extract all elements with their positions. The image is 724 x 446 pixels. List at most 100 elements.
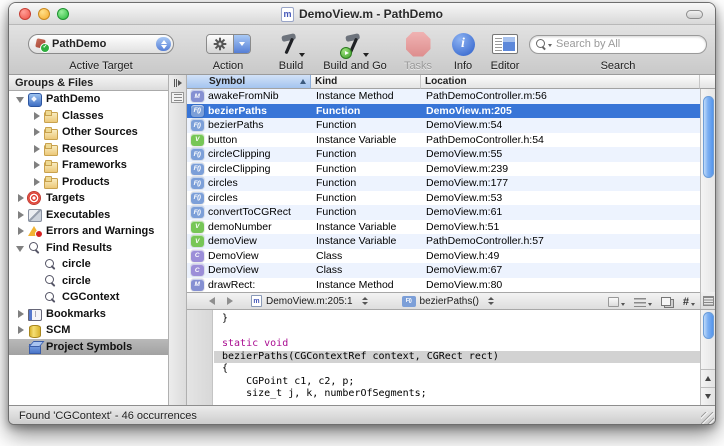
disclosure-triangle-icon[interactable] <box>31 126 43 138</box>
sidebar-item[interactable]: Project Symbols <box>9 339 168 356</box>
info-button[interactable]: i Info <box>443 30 483 72</box>
resize-grip[interactable] <box>701 412 714 425</box>
disclosure-triangle-icon[interactable] <box>31 176 43 188</box>
back-arrow-icon[interactable] <box>209 297 215 305</box>
code-editor[interactable]: } static voidbezierPaths(CGContextRef con… <box>187 310 715 405</box>
disclosure-triangle-icon[interactable] <box>31 110 43 122</box>
sidebar-item[interactable]: Executables <box>9 207 168 224</box>
action-dropdown-arrow-icon[interactable] <box>233 35 250 53</box>
editor-window-icon <box>492 34 518 54</box>
disclosure-triangle-icon[interactable] <box>15 225 27 237</box>
sidebar-splitter[interactable] <box>169 75 187 405</box>
sidebar-item[interactable]: Errors and Warnings <box>9 223 168 240</box>
disclosure-triangle-icon[interactable] <box>15 209 27 221</box>
cell-kind: Function <box>311 192 421 204</box>
hammer-go-icon <box>341 30 369 58</box>
action-button[interactable] <box>206 34 251 54</box>
table-row[interactable]: F() convertToCGRect Function DemoView.m:… <box>187 205 700 220</box>
editor-caption: Editor <box>491 60 520 72</box>
disclosure-triangle-icon[interactable] <box>15 308 27 320</box>
code-line[interactable]: bezierPaths(CGContextRef context, CGRect… <box>214 351 700 364</box>
table-row[interactable]: V button Instance Variable PathDemoContr… <box>187 133 700 148</box>
table-row[interactable]: C DemoView Class DemoView.h:49 <box>187 249 700 264</box>
scroll-up-arrow-icon[interactable] <box>701 369 715 387</box>
disclosure-triangle-icon[interactable] <box>15 192 27 204</box>
build-button[interactable]: Build <box>267 30 315 72</box>
search-field[interactable] <box>529 35 707 54</box>
disclosure-triangle-icon[interactable] <box>15 93 27 105</box>
code-line[interactable]: size_t j, k, numberOfSegments; <box>222 388 700 401</box>
column-header-location[interactable]: Location <box>421 75 700 89</box>
disclosure-triangle-icon[interactable] <box>15 242 27 254</box>
sidebar-item[interactable]: PathDemo <box>9 91 168 108</box>
sidebar-item[interactable]: Other Sources <box>9 124 168 141</box>
disclosure-triangle-icon[interactable] <box>15 324 27 336</box>
sidebar-item[interactable]: circle <box>9 256 168 273</box>
active-target-popup[interactable]: PathDemo <box>28 34 174 54</box>
function-popup[interactable]: F() bezierPaths() <box>402 296 494 307</box>
sidebar-tree: PathDemo Classes Other Sources Resources <box>9 91 168 355</box>
table-scrollbar-thumb[interactable] <box>703 96 714 178</box>
forward-arrow-icon[interactable] <box>227 297 233 305</box>
sidebar-item[interactable]: SCM <box>9 322 168 339</box>
editor-scrollbar[interactable] <box>700 310 715 405</box>
minimize-button[interactable] <box>38 8 50 20</box>
table-row[interactable]: V demoNumber Instance Variable DemoView.… <box>187 220 700 235</box>
title-bar[interactable]: m DemoView.m - PathDemo <box>9 3 715 25</box>
disclosure-triangle-icon[interactable] <box>31 258 43 270</box>
bookmarks-menu-button[interactable] <box>608 297 625 307</box>
breakpoints-menu-button[interactable] <box>634 298 652 307</box>
badge-C: C <box>191 250 204 262</box>
sidebar-item[interactable]: Targets <box>9 190 168 207</box>
sidebar-item[interactable]: CGContext <box>9 289 168 306</box>
toolbar-toggle-button[interactable] <box>686 10 703 19</box>
sidebar-item[interactable]: circle <box>9 273 168 290</box>
line-number-menu-button[interactable]: # <box>683 297 695 307</box>
sidebar-item[interactable]: Classes <box>9 108 168 125</box>
code-line[interactable]: CGPoint c1, c2, p; <box>222 376 700 389</box>
sidebar-item[interactable]: Resources <box>9 141 168 158</box>
code-line[interactable]: { <box>222 363 700 376</box>
disclosure-triangle-icon[interactable] <box>31 159 43 171</box>
code-line[interactable]: } <box>222 313 700 326</box>
table-row[interactable]: F() circleClipping Function DemoView.m:5… <box>187 147 700 162</box>
column-header-kind[interactable]: Kind <box>311 75 421 89</box>
code-line[interactable] <box>222 326 700 339</box>
table-row[interactable]: V demoView Instance Variable PathDemoCon… <box>187 234 700 249</box>
disclosure-triangle-icon[interactable] <box>31 275 43 287</box>
table-row[interactable]: F() bezierPaths Function DemoView.m:205 <box>187 104 700 119</box>
column-header-symbol[interactable]: Symbol <box>187 75 311 89</box>
code-line[interactable]: static void <box>222 338 700 351</box>
table-row[interactable]: F() circleClipping Function DemoView.m:2… <box>187 162 700 177</box>
search-scope-dart-icon[interactable] <box>548 44 552 47</box>
detail-view-toggle-icon[interactable] <box>171 77 184 89</box>
disclosure-triangle-icon[interactable] <box>31 143 43 155</box>
table-row[interactable]: F() bezierPaths Function DemoView.m:54 <box>187 118 700 133</box>
sidebar-item[interactable]: Bookmarks <box>9 306 168 323</box>
function-popup-stepper-icon <box>488 297 494 305</box>
sidebar-item[interactable]: Find Results <box>9 240 168 257</box>
search-input[interactable] <box>554 37 698 51</box>
table-row[interactable]: F() circles Function DemoView.m:53 <box>187 191 700 206</box>
editor-scrollbar-thumb[interactable] <box>703 312 714 339</box>
counterpart-button[interactable] <box>661 297 674 308</box>
scroll-down-arrow-icon[interactable] <box>701 387 715 405</box>
sidebar-item[interactable]: Products <box>9 174 168 191</box>
disclosure-triangle-icon[interactable] <box>31 291 43 303</box>
table-row[interactable]: C DemoView Class DemoView.m:67 <box>187 263 700 278</box>
code-area[interactable]: } static voidbezierPaths(CGContextRef con… <box>214 310 700 405</box>
list-view-button-icon[interactable] <box>171 92 184 103</box>
close-button[interactable] <box>19 8 31 20</box>
zoom-button[interactable] <box>57 8 69 20</box>
table-row[interactable]: M drawRect: Instance Method DemoView.m:8… <box>187 278 700 293</box>
editor-split-widget-icon[interactable] <box>700 292 715 309</box>
table-row[interactable]: F() circles Function DemoView.m:177 <box>187 176 700 191</box>
build-and-go-button[interactable]: Build and Go <box>315 30 395 72</box>
editor-button[interactable]: Editor <box>483 30 527 72</box>
tree-item-label: Bookmarks <box>46 308 106 320</box>
file-history-popup[interactable]: m DemoView.m:205:1 <box>251 295 368 307</box>
table-row[interactable]: M awakeFromNib Instance Method PathDemoC… <box>187 89 700 104</box>
disclosure-triangle-icon[interactable] <box>15 341 27 353</box>
sidebar-item[interactable]: Frameworks <box>9 157 168 174</box>
table-scrollbar[interactable] <box>700 89 715 292</box>
